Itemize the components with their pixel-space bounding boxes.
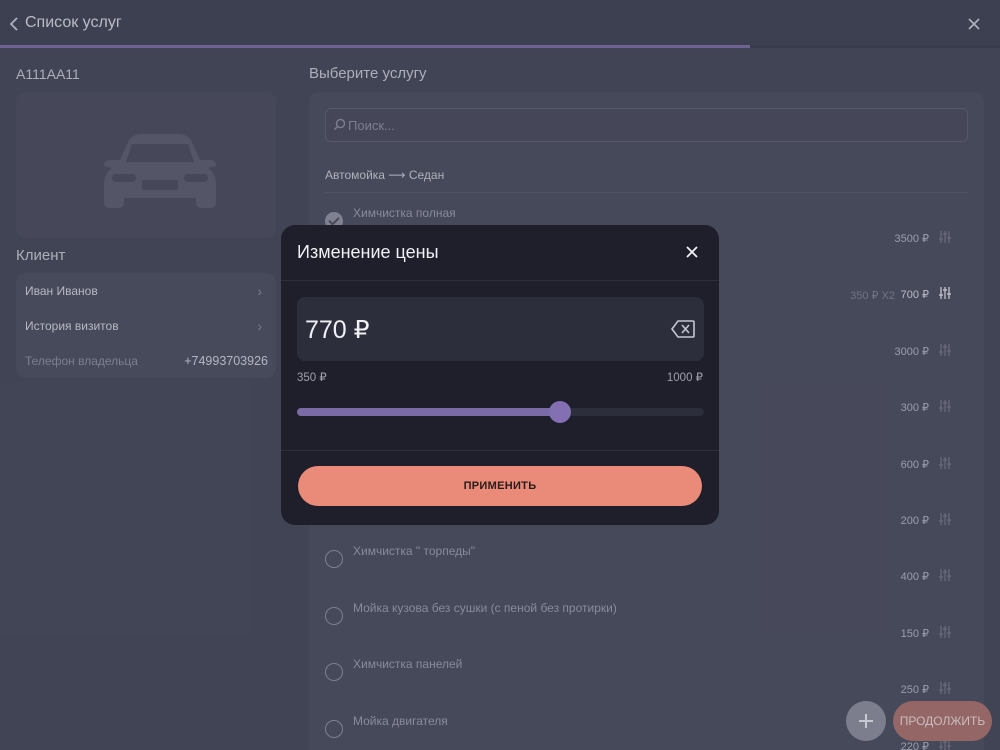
price-value: 770 ₽	[305, 316, 370, 344]
range-max-label: 1000 ₽	[666, 372, 703, 384]
modal-divider	[281, 450, 719, 451]
price-change-modal: Изменение цены 770 ₽ 350 ₽ 1000 ₽ ПРИМЕН…	[281, 225, 719, 525]
price-input[interactable]: 770 ₽	[297, 297, 704, 361]
slider-thumb[interactable]	[548, 401, 571, 423]
range-min-label: 350 ₽	[297, 372, 327, 384]
price-slider[interactable]	[297, 401, 704, 423]
modal-title: Изменение цены	[297, 242, 439, 262]
close-icon[interactable]	[682, 242, 702, 262]
apply-button[interactable]: ПРИМЕНИТЬ	[298, 466, 702, 506]
slider-fill	[297, 408, 560, 416]
modal-divider	[281, 280, 719, 281]
backspace-icon	[671, 320, 695, 338]
